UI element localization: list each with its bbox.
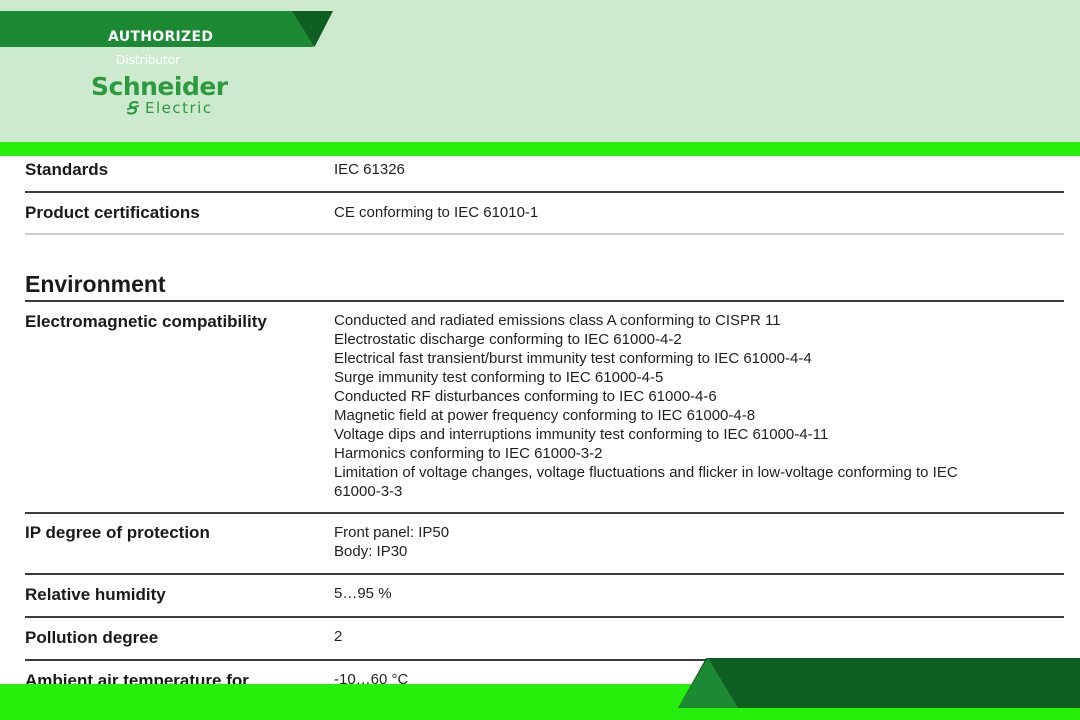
spec-value-line: 61000-3-3: [334, 483, 403, 500]
spec-value-line: Harmonics conforming to IEC 61000-3-2: [334, 445, 603, 462]
spec-value: Conducted and radiated emissions class A…: [334, 311, 958, 501]
spec-row-relative-humidity: Relative humidity 5…95 %: [25, 575, 1064, 618]
spec-label: Standards: [25, 160, 109, 179]
spec-value-line: 2: [334, 628, 343, 645]
spec-value: Front panel: IP50 Body: IP30: [334, 523, 449, 561]
spec-row-ip-degree: IP degree of protection Front panel: IP5…: [25, 514, 1064, 575]
spec-value-line: Body: IP30: [334, 543, 408, 560]
spec-value-line: Electrostatic discharge conforming to IE…: [334, 331, 682, 348]
spec-label: Electromagnetic compatibility: [25, 312, 267, 331]
spec-value-line: Conducted RF disturbances conforming to …: [334, 388, 717, 405]
spec-row-standards: Standards IEC 61326: [25, 156, 1064, 193]
top-green-stripe: [0, 142, 1080, 156]
spec-value-line: Conducted and radiated emissions class A…: [334, 312, 781, 329]
spec-value-line: IEC 61326: [334, 161, 405, 178]
banner-title: AUTHORIZED: [108, 29, 214, 45]
spec-row-product-certifications: Product certifications CE conforming to …: [25, 193, 1064, 235]
spec-value: IEC 61326: [334, 160, 405, 179]
spec-value-line: Magnetic field at power frequency confor…: [334, 407, 756, 424]
spec-value-line: Electrical fast transient/burst immunity…: [334, 350, 812, 367]
spec-value: CE conforming to IEC 61010-1: [334, 203, 538, 222]
section-title: Environment: [25, 271, 166, 297]
spec-label: Relative humidity: [25, 585, 166, 604]
logo-text-schneider: Schneider: [91, 72, 228, 101]
spec-value: 5…95 %: [334, 584, 392, 603]
banner-subtitle: Distributor: [116, 53, 181, 67]
logo-text-electric: Electric: [145, 99, 213, 117]
spec-label: Pollution degree: [25, 628, 159, 647]
header: AUTHORIZED Distributor Schneider Ꞩ Elect…: [0, 0, 1080, 142]
spec-row-pollution-degree: Pollution degree 2: [25, 618, 1064, 661]
spec-row-electromagnetic-compatibility: Electromagnetic compatibility Conducted …: [25, 302, 1064, 514]
logo-symbol-icon: Ꞩ: [126, 99, 137, 119]
spec-value-line: Limitation of voltage changes, voltage f…: [334, 464, 958, 481]
spec-label: Product certifications: [25, 203, 200, 222]
spec-document: Standards IEC 61326 Product certificatio…: [25, 156, 1064, 691]
spec-value-line: 5…95 %: [334, 585, 392, 602]
spec-value: 2: [334, 627, 342, 646]
corner-decoration-dark: [678, 658, 1080, 708]
section-environment: Environment: [25, 235, 1064, 302]
spec-value-line: Voltage dips and interruptions immunity …: [334, 426, 829, 443]
spec-value-line: CE conforming to IEC 61010-1: [334, 204, 539, 221]
spec-value-line: Front panel: IP50: [334, 524, 450, 541]
spec-value-line: Surge immunity test conforming to IEC 61…: [334, 369, 664, 386]
spec-label: IP degree of protection: [25, 523, 210, 542]
